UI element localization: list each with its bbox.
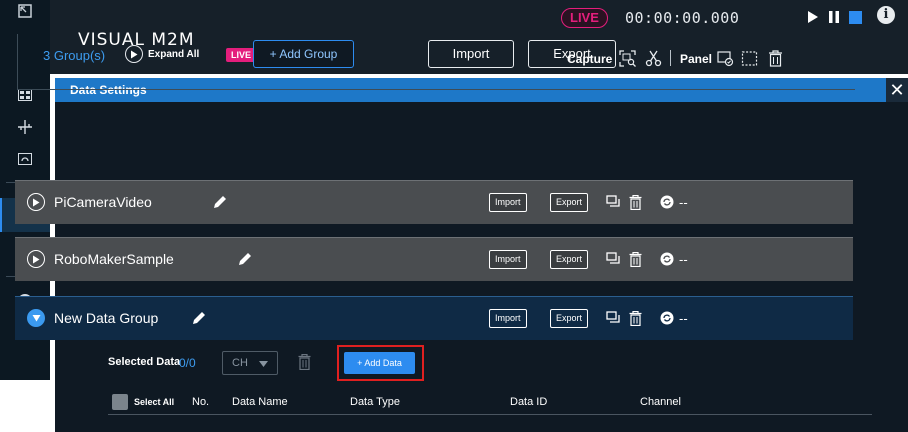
- export-button[interactable]: Export: [528, 40, 616, 68]
- stop-icon[interactable]: [846, 8, 864, 26]
- expand-icon[interactable]: [27, 193, 45, 211]
- group-export-button[interactable]: Export: [550, 309, 589, 328]
- network-icon[interactable]: [0, 112, 50, 142]
- close-icon[interactable]: ✕: [886, 78, 908, 102]
- trash-icon[interactable]: [298, 354, 311, 370]
- sync-icon[interactable]: [659, 193, 675, 211]
- add-group-button[interactable]: + Add Group: [253, 40, 354, 68]
- group-status: --: [679, 252, 688, 267]
- copy-icon[interactable]: [605, 309, 621, 327]
- group-status: --: [679, 311, 688, 326]
- group-row: PiCameraVideo Import Export --: [15, 180, 853, 224]
- group-row: New Data Group Import Export --: [15, 296, 853, 340]
- group-count: 3 Group(s): [43, 48, 106, 63]
- trash-icon[interactable]: [627, 250, 643, 268]
- column-header: Data Name: [232, 396, 288, 408]
- pencil-icon[interactable]: [237, 251, 253, 267]
- sync-icon[interactable]: [659, 309, 675, 327]
- selected-data-count: 0/0: [179, 356, 196, 370]
- channel-select-value: CH: [232, 357, 248, 369]
- pause-icon[interactable]: [825, 8, 843, 26]
- group-import-button[interactable]: Import: [489, 193, 527, 212]
- pencil-icon[interactable]: [191, 310, 207, 326]
- live-indicator[interactable]: LIVE: [561, 8, 608, 28]
- group-name: PiCameraVideo: [54, 194, 152, 210]
- select-all-checkbox[interactable]: [112, 394, 128, 410]
- expand-all-button[interactable]: Expand All: [148, 49, 199, 60]
- column-header: Channel: [640, 396, 681, 408]
- column-header: Data ID: [510, 396, 548, 408]
- group-export-button[interactable]: Export: [550, 193, 589, 212]
- column-header[interactable]: Select All: [134, 397, 174, 407]
- timecode-display: 00:00:00.000: [625, 9, 740, 27]
- info-icon[interactable]: i: [877, 6, 895, 24]
- group-import-button[interactable]: Import: [489, 309, 527, 328]
- group-name: RoboMakerSample: [54, 251, 174, 267]
- collapse-icon[interactable]: [27, 309, 45, 327]
- sync-icon[interactable]: [659, 250, 675, 268]
- camera-icon[interactable]: [0, 144, 50, 174]
- chevron-down-icon: [259, 361, 268, 367]
- copy-icon[interactable]: [605, 250, 621, 268]
- pencil-icon[interactable]: [212, 194, 228, 210]
- trash-icon[interactable]: [627, 193, 643, 211]
- add-data-button[interactable]: + Add Data: [344, 352, 415, 374]
- group-name: New Data Group: [54, 310, 159, 326]
- column-header: Data Type: [350, 396, 400, 408]
- import-button[interactable]: Import: [428, 40, 514, 68]
- column-header: No.: [192, 396, 210, 408]
- group-export-button[interactable]: Export: [550, 250, 589, 269]
- table-divider: [108, 414, 872, 415]
- group-import-button[interactable]: Import: [489, 250, 527, 269]
- fullscreen-icon[interactable]: [0, 0, 50, 22]
- trash-icon[interactable]: [627, 309, 643, 327]
- expand-all-icon[interactable]: [125, 45, 143, 63]
- expand-icon[interactable]: [27, 250, 45, 268]
- selected-data-label: Selected Data: [108, 356, 181, 368]
- group-status: --: [679, 195, 688, 210]
- copy-icon[interactable]: [605, 193, 621, 211]
- play-icon[interactable]: [804, 8, 822, 26]
- group-row: RoboMakerSample Import Export --: [15, 237, 853, 281]
- channel-select[interactable]: CH: [222, 351, 278, 375]
